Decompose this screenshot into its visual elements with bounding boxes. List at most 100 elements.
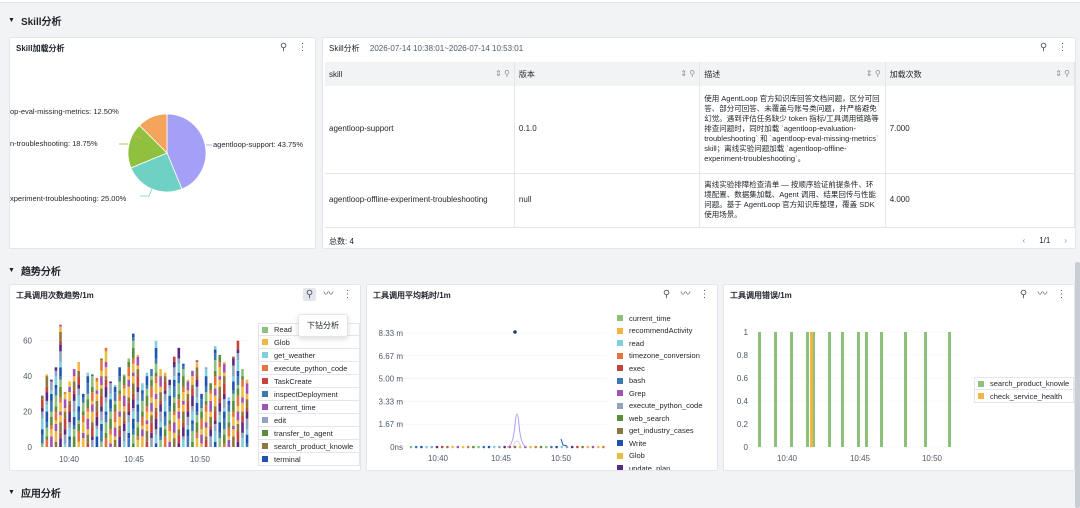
- drilldown-icon[interactable]: ⚲: [660, 288, 673, 301]
- bar-segment: [50, 416, 53, 426]
- legend-item[interactable]: get_weather: [258, 349, 360, 362]
- bar-segment: [127, 376, 131, 380]
- legend-item[interactable]: Grep: [617, 387, 717, 400]
- legend-item[interactable]: edit: [258, 414, 360, 427]
- legend-label: search_product_knowle: [990, 379, 1070, 388]
- data-point: [435, 445, 439, 449]
- bar-segment: [68, 439, 71, 447]
- legend-label: Glob: [629, 451, 645, 461]
- panel-actions: ⚲ ⋮: [1037, 41, 1069, 54]
- next-page-icon[interactable]: ›: [1064, 236, 1067, 245]
- column-header-desc[interactable]: 描述 ⇕ ⚲: [699, 62, 886, 86]
- legend-label: web_search: [629, 413, 670, 423]
- section-app[interactable]: ▼ 应用分析: [8, 485, 61, 500]
- bar-segment: [91, 404, 94, 412]
- legend-item[interactable]: TaskCreate: [258, 375, 360, 388]
- bar-segment: [172, 438, 176, 447]
- bar-segment: [95, 416, 99, 426]
- legend-item[interactable]: timezone_conversion: [617, 350, 717, 363]
- cell-count: 4.000: [885, 173, 1075, 228]
- bar-segment: [141, 400, 144, 412]
- legend-swatch: [617, 327, 623, 334]
- legend-item[interactable]: inspectDeployment: [258, 388, 360, 401]
- bar-segment: [68, 404, 71, 412]
- legend-item[interactable]: Glob: [258, 336, 360, 349]
- bar-segment: [77, 406, 80, 412]
- trend-icon[interactable]: 〰: [679, 288, 692, 301]
- bar-segment: [150, 438, 153, 447]
- bar-segment: [232, 356, 235, 359]
- legend-item[interactable]: check_service_health: [974, 390, 1074, 403]
- legend-item[interactable]: read: [617, 337, 717, 350]
- bar-segment: [182, 427, 185, 437]
- bar-segment: [45, 427, 49, 437]
- bar-segment: [122, 423, 126, 432]
- bar-segment: [63, 418, 67, 430]
- table-row[interactable]: agentloop-support 0.1.0 使用 AgentLoop 官方知…: [325, 86, 1075, 174]
- legend-item[interactable]: execute_python_code: [617, 400, 717, 413]
- tool-call-count-panel: 工具调用次数趋势/1m ⚲ 〰 ⋮ 60 40 20 0 10:40 10:45 10:50…: [9, 284, 361, 471]
- prev-page-icon[interactable]: ‹: [1023, 236, 1026, 245]
- legend-item[interactable]: web_search: [617, 412, 717, 425]
- bar-segment: [204, 411, 208, 423]
- legend-item[interactable]: current_time: [258, 401, 360, 414]
- legend-item[interactable]: exec: [617, 362, 717, 375]
- bar-segment: [50, 400, 53, 412]
- panel-actions: ⚲ 〰 ⋮: [303, 288, 354, 301]
- legend-item[interactable]: update_plan: [617, 462, 717, 471]
- bar-segment: [127, 386, 131, 398]
- section-skill[interactable]: ▼ Skill分析: [8, 13, 62, 28]
- page-scrollbar[interactable]: [1075, 262, 1080, 508]
- bar-segment: [154, 443, 158, 447]
- more-icon[interactable]: ⋮: [341, 288, 354, 301]
- bar-segment: [127, 422, 131, 433]
- drilldown-icon[interactable]: ⚲: [303, 288, 316, 301]
- sort-filter-icon[interactable]: ⇕ ⚲: [1055, 69, 1070, 78]
- legend-swatch: [617, 452, 623, 459]
- bar-segment: [68, 381, 71, 387]
- bar-segment: [86, 393, 90, 400]
- more-icon[interactable]: ⋮: [1055, 288, 1068, 301]
- legend-item[interactable]: bash: [617, 375, 717, 388]
- column-header-version[interactable]: 版本 ⇕ ⚲: [514, 62, 701, 86]
- trend-icon[interactable]: 〰: [322, 288, 335, 301]
- drilldown-icon[interactable]: ⚲: [1017, 288, 1030, 301]
- bar-segment: [154, 347, 158, 359]
- legend-item[interactable]: Glob: [617, 450, 717, 463]
- legend-item[interactable]: transfer_to_agent: [258, 427, 360, 440]
- bar-segment: [154, 358, 158, 364]
- legend-item[interactable]: recommendActivity: [617, 325, 717, 338]
- drilldown-icon[interactable]: ⚲: [1037, 41, 1050, 54]
- bar-segment: [159, 400, 162, 405]
- bar-segment: [154, 363, 158, 373]
- legend-item[interactable]: search_product_knowle: [974, 377, 1074, 390]
- pie-label-support: agentloop-support: 43.75%: [213, 140, 303, 149]
- bar-segment: [122, 406, 126, 412]
- bar-segment: [150, 397, 153, 403]
- more-icon[interactable]: ⋮: [698, 288, 711, 301]
- legend-item[interactable]: execute_python_code: [258, 362, 360, 375]
- sort-filter-icon[interactable]: ⇕ ⚲: [680, 69, 695, 78]
- data-point: [586, 445, 590, 449]
- bar-segment: [54, 395, 58, 407]
- legend-item[interactable]: Write: [617, 437, 717, 450]
- bar-segment: [91, 427, 94, 437]
- section-trend[interactable]: ▼ 趋势分析: [8, 263, 61, 278]
- more-icon[interactable]: ⋮: [1056, 41, 1069, 54]
- legend-item[interactable]: get_industry_cases: [617, 425, 717, 438]
- sort-filter-icon[interactable]: ⇕ ⚲: [866, 69, 881, 78]
- sort-filter-icon[interactable]: ⇕ ⚲: [495, 69, 510, 78]
- column-header-skill[interactable]: skill ⇕ ⚲: [325, 62, 515, 86]
- legend-item[interactable]: search_product_knowle: [258, 440, 360, 453]
- trend-icon[interactable]: 〰: [1036, 288, 1049, 301]
- data-point: [420, 445, 423, 449]
- bar-segment: [59, 411, 62, 416]
- legend-item[interactable]: current_time: [617, 312, 717, 325]
- bar-segment: [245, 434, 249, 444]
- legend-label: update_plan: [629, 463, 671, 471]
- table-row[interactable]: agentloop-offline-experiment-troubleshoo…: [325, 173, 1075, 228]
- column-header-count[interactable]: 加载次数 ⇕ ⚲: [885, 62, 1075, 86]
- legend-item[interactable]: terminal: [258, 453, 360, 466]
- bar-segment: [204, 369, 208, 377]
- bar-segment: [154, 372, 158, 377]
